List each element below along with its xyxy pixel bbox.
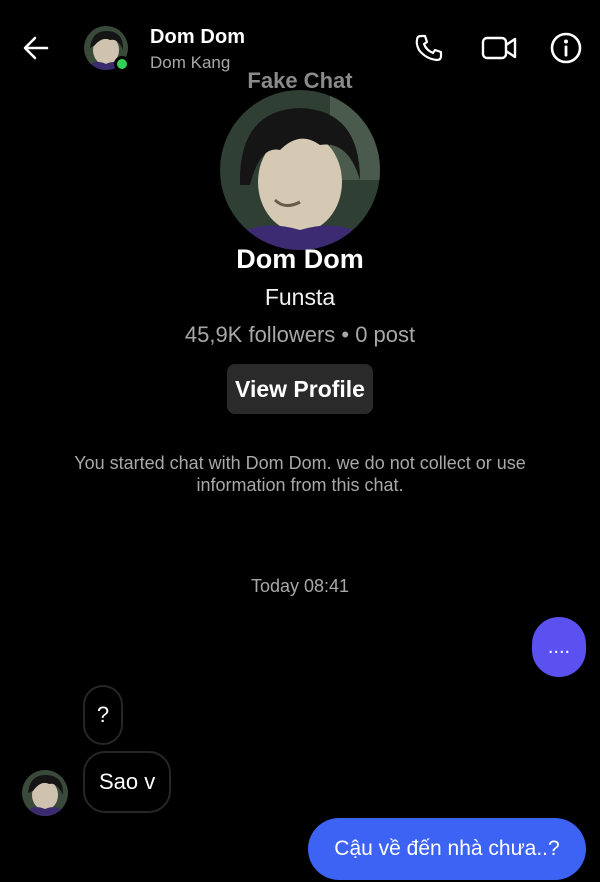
watermark-text: Fake Chat: [247, 68, 353, 93]
profile-subtitle: Funsta: [264, 284, 336, 310]
video-icon: [481, 36, 517, 60]
phone-icon: [415, 34, 443, 62]
message-bubble-outgoing[interactable]: Cậu về đến nhà chưa..?: [308, 818, 586, 880]
info-icon: [550, 32, 582, 64]
message-bubble-outgoing[interactable]: ....: [532, 617, 586, 677]
profile-name: Dom Dom: [236, 244, 364, 274]
view-profile-button[interactable]: View Profile: [227, 364, 373, 414]
back-arrow-icon: [23, 36, 49, 60]
back-button[interactable]: [18, 30, 54, 66]
chat-notice: You started chat with Dom Dom. we do not…: [74, 453, 526, 495]
header-avatar[interactable]: [84, 26, 130, 72]
header-name[interactable]: Dom Dom: [150, 26, 245, 49]
profile-stats: 45,9K followers • 0 post: [184, 322, 416, 347]
message-bubble-incoming[interactable]: Sao v: [83, 751, 171, 813]
sender-avatar[interactable]: [22, 770, 68, 816]
message-bubble-incoming[interactable]: ?: [83, 685, 123, 745]
call-button[interactable]: [411, 30, 447, 66]
info-button[interactable]: [548, 30, 584, 66]
video-call-button[interactable]: [479, 30, 519, 66]
profile-picture[interactable]: [220, 90, 380, 250]
chat-timestamp: Today 08:41: [250, 576, 350, 596]
